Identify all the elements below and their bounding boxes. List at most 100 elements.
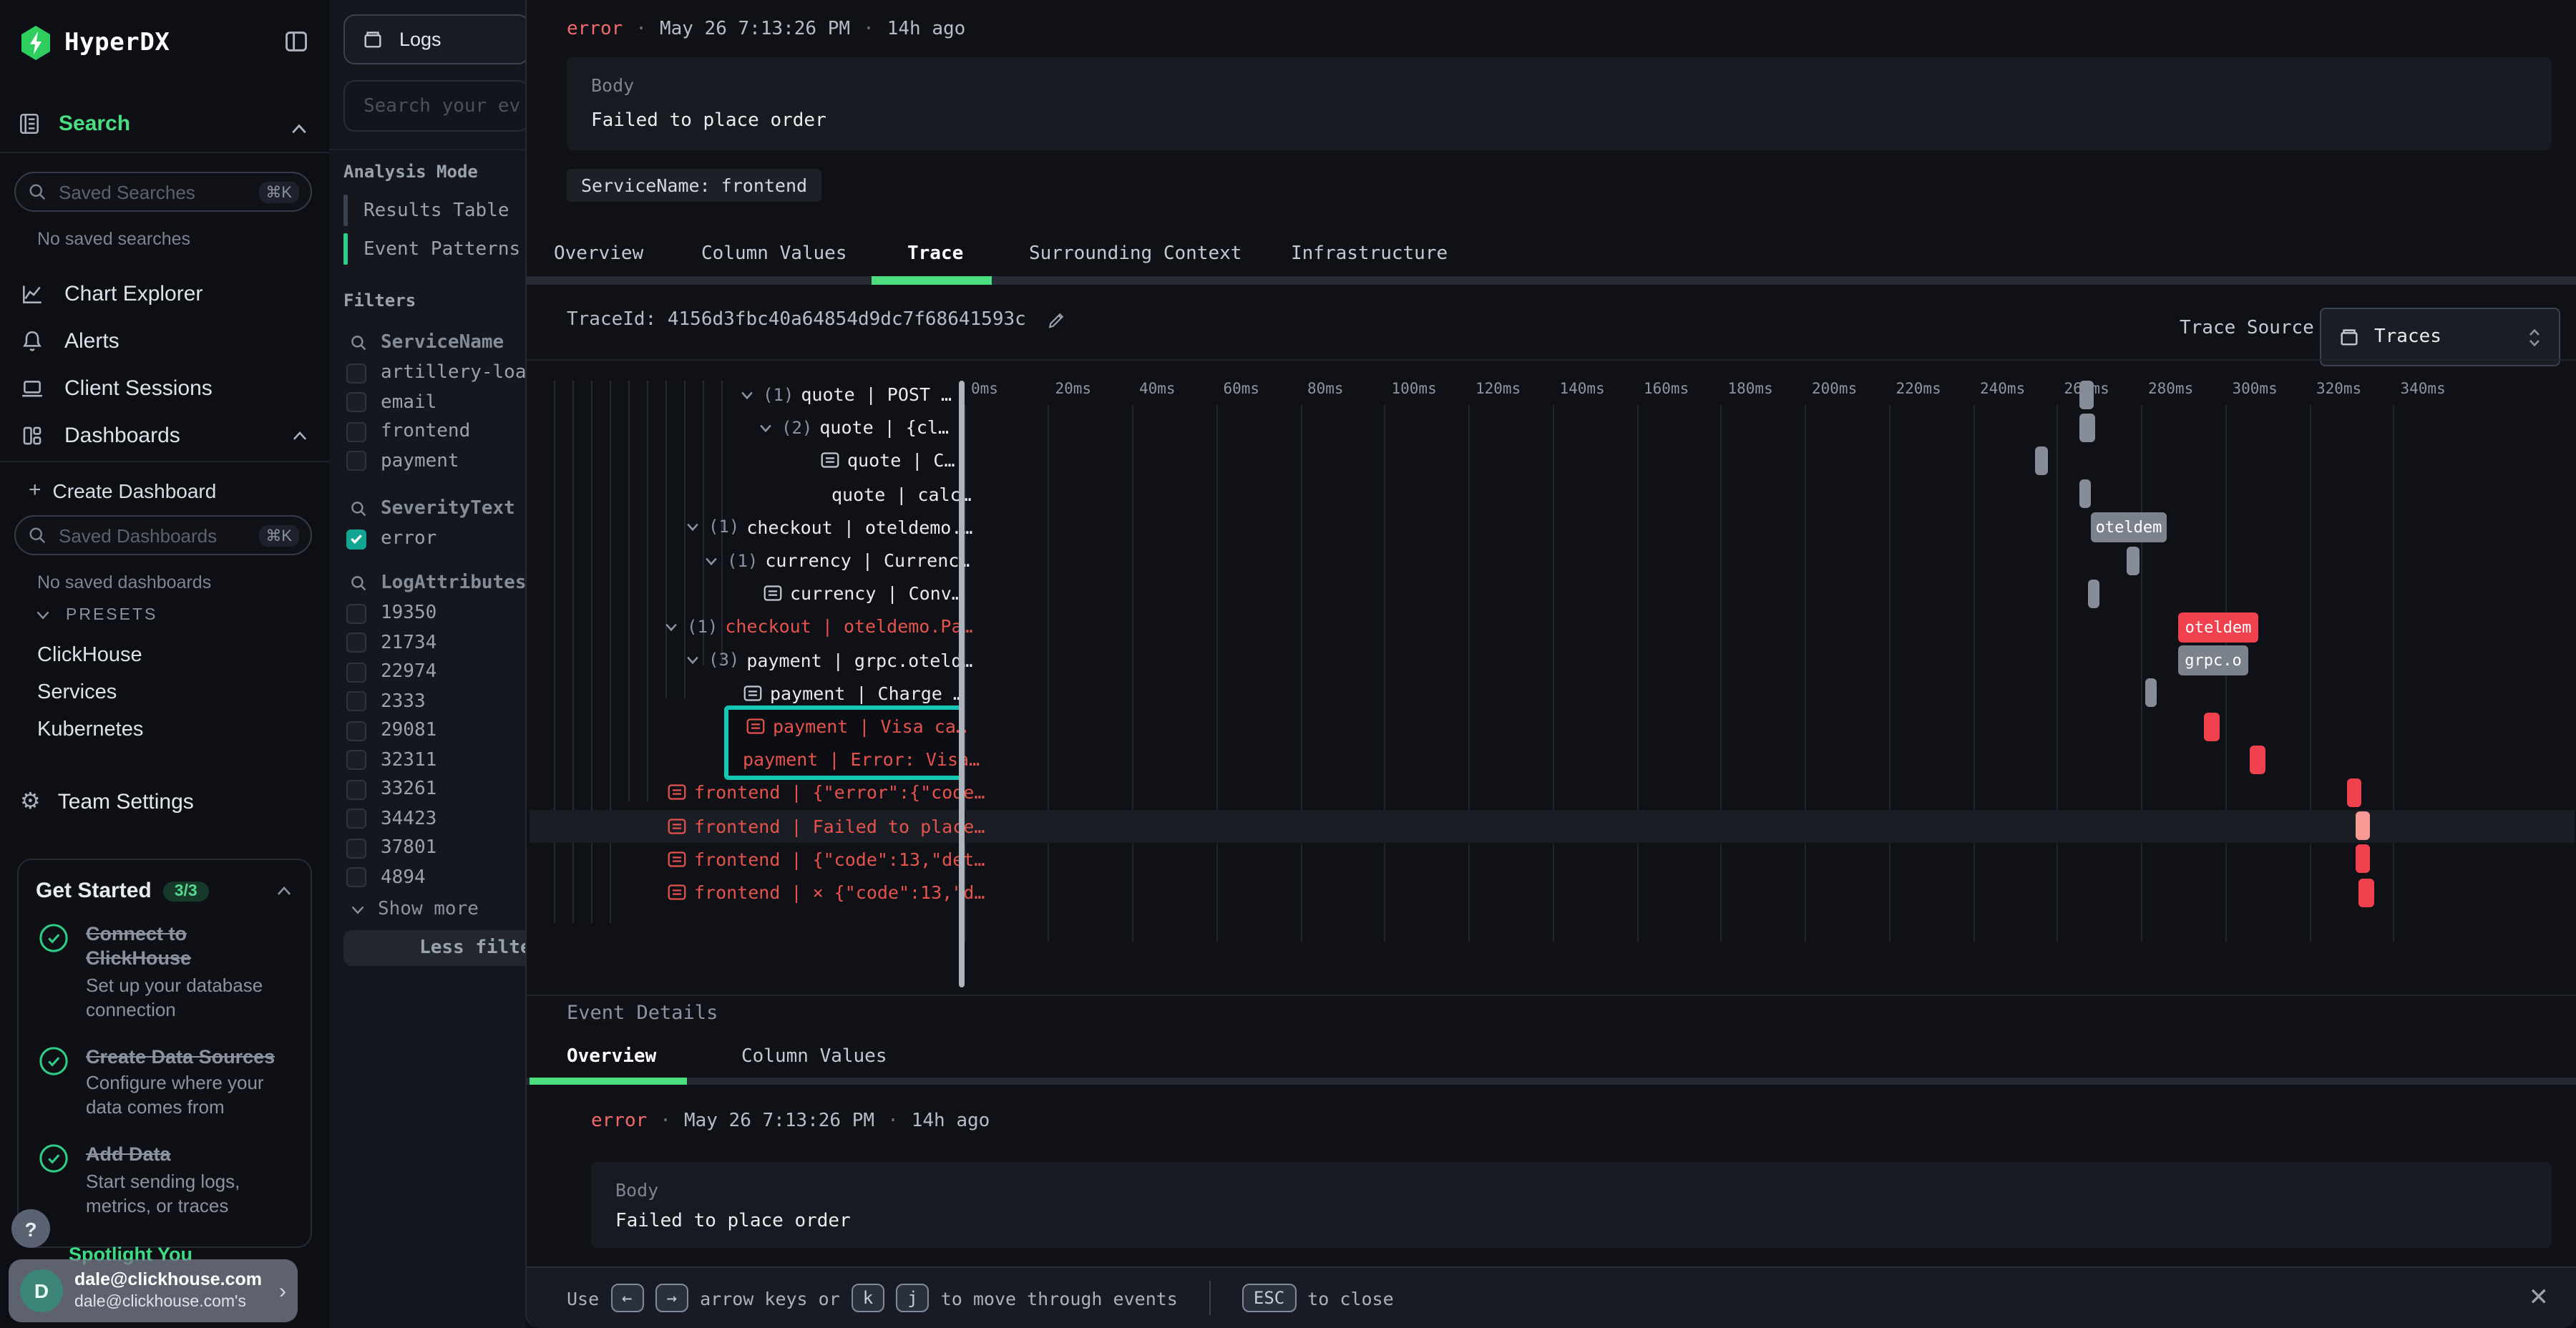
filter-option[interactable]: 34423 — [346, 808, 436, 829]
preset-clickhouse[interactable]: ClickHouse — [37, 644, 142, 667]
filter-option[interactable]: frontend — [346, 421, 470, 442]
span-row[interactable]: payment | Error: Visa… — [743, 743, 980, 776]
checkbox[interactable] — [346, 392, 366, 412]
filter-option[interactable]: 19350 — [346, 602, 436, 624]
checkbox[interactable] — [346, 721, 366, 741]
span-duration-bar[interactable] — [2088, 579, 2099, 607]
show-more-button[interactable]: Show more — [349, 899, 479, 920]
less-filters-button[interactable]: Less filters — [343, 930, 525, 966]
filter-option[interactable]: 33261 — [346, 778, 436, 800]
event-details-tab-overview[interactable]: Overview — [567, 1046, 656, 1068]
span-row[interactable]: frontend | {"error":{"code… — [667, 776, 985, 809]
analysis-mode-option[interactable]: Results Table — [343, 195, 509, 226]
span-row[interactable]: (2)quote | {cl… — [757, 411, 949, 444]
span-row[interactable]: (1)quote | POST … — [738, 378, 952, 411]
sidebar-item-alerts[interactable]: Alerts — [0, 319, 329, 362]
span-duration-label[interactable]: oteldem — [2091, 513, 2167, 543]
tab-column-values[interactable]: Column Values — [701, 243, 847, 265]
get-started-item[interactable]: Add DataStart sending logs, metrics, or … — [19, 1129, 311, 1227]
checkbox[interactable] — [346, 750, 366, 770]
span-duration-bar[interactable] — [2145, 679, 2157, 708]
trace-source-select[interactable]: Traces — [2320, 308, 2560, 366]
span-row[interactable]: quote | C… — [820, 444, 955, 477]
span-row[interactable]: frontend | {"code":13,"det… — [667, 843, 985, 876]
span-row[interactable]: payment | Visa ca… — [746, 710, 967, 743]
span-duration-bar[interactable] — [2079, 413, 2095, 441]
span-row[interactable]: payment | Charge … — [743, 677, 964, 710]
filter-option[interactable]: 32311 — [346, 749, 436, 771]
filter-option[interactable]: error — [346, 528, 436, 550]
source-select[interactable]: Logs — [343, 14, 525, 64]
chevron-up-icon[interactable] — [289, 120, 309, 137]
saved-dashboards-input[interactable]: Saved Dashboards ⌘K — [14, 515, 312, 555]
event-details-tab-column-values[interactable]: Column Values — [741, 1046, 887, 1068]
create-dashboard-button[interactable]: + Create Dashboard — [29, 478, 216, 502]
search-section[interactable]: Search — [17, 112, 130, 136]
checkbox[interactable] — [346, 662, 366, 682]
chevron-down-icon[interactable] — [684, 519, 701, 536]
user-menu[interactable]: D dale@clickhouse.com dale@clickhouse.co… — [9, 1259, 298, 1322]
span-duration-bar[interactable] — [2347, 778, 2361, 807]
span-row[interactable]: (3)payment | grpc.oteld… — [684, 643, 972, 676]
tab-surrounding-context[interactable]: Surrounding Context — [1029, 243, 1241, 265]
checkbox[interactable] — [346, 363, 366, 383]
checkbox[interactable] — [346, 779, 366, 799]
tab-infrastructure[interactable]: Infrastructure — [1291, 243, 1448, 265]
span-duration-bar[interactable] — [2356, 845, 2370, 874]
sidebar-item-chart-explorer[interactable]: Chart Explorer — [0, 272, 329, 315]
filter-option[interactable]: 37801 — [346, 837, 436, 859]
filter-option[interactable]: 22974 — [346, 661, 436, 683]
span-duration-label[interactable]: oteldem — [2178, 612, 2258, 643]
tab-overview[interactable]: Overview — [554, 243, 643, 265]
team-settings-button[interactable]: ⚙ Team Settings — [20, 790, 194, 814]
chevron-down-icon[interactable] — [703, 552, 720, 569]
span-row[interactable]: (1)checkout | oteldemo.… — [684, 511, 972, 544]
logo[interactable]: HyperDX — [20, 26, 170, 60]
filter-option[interactable]: 4894 — [346, 866, 426, 888]
help-button[interactable]: ? — [11, 1209, 50, 1248]
span-row[interactable]: (1)currency | Currenc… — [703, 544, 970, 577]
span-duration-bar[interactable] — [2358, 878, 2374, 907]
span-duration-bar[interactable] — [2035, 446, 2048, 475]
checkbox[interactable] — [346, 421, 366, 441]
checkbox[interactable] — [346, 809, 366, 829]
tree-scrollbar[interactable] — [959, 381, 965, 987]
presets-toggle[interactable]: PRESETS — [34, 607, 157, 624]
checkbox-checked[interactable] — [346, 529, 366, 549]
span-duration-bar[interactable] — [2127, 546, 2140, 575]
filter-option[interactable]: 2333 — [346, 690, 426, 712]
chevron-up-icon[interactable] — [275, 883, 293, 899]
span-duration-bar[interactable] — [2204, 712, 2220, 741]
chevron-down-icon[interactable] — [684, 651, 701, 668]
service-name-chip[interactable]: ServiceName: frontend — [567, 169, 821, 202]
checkbox[interactable] — [346, 633, 366, 653]
span-duration-bar[interactable] — [2079, 479, 2091, 508]
chevron-down-icon[interactable] — [663, 618, 680, 635]
filter-option[interactable]: email — [346, 391, 436, 413]
event-search-input[interactable]: Search your ev — [343, 80, 525, 132]
preset-services[interactable]: Services — [37, 681, 117, 704]
span-duration-label[interactable]: grpc.o — [2178, 645, 2248, 675]
preset-kubernetes[interactable]: Kubernetes — [37, 718, 143, 741]
span-row[interactable]: (1)checkout | oteldemo.Pa… — [663, 610, 973, 643]
checkbox[interactable] — [346, 838, 366, 858]
filter-option[interactable]: artillery-loa — [346, 362, 525, 384]
tab-trace[interactable]: Trace — [907, 243, 963, 265]
span-duration-bar[interactable] — [2356, 811, 2370, 840]
checkbox[interactable] — [346, 691, 366, 711]
span-row[interactable]: frontend | × {"code":13,"d… — [667, 876, 985, 909]
analysis-mode-active[interactable]: Event Patterns — [343, 233, 520, 265]
filter-option[interactable]: 21734 — [346, 632, 436, 653]
span-row-selected[interactable]: frontend | Failed to place… — [667, 809, 985, 842]
saved-searches-input[interactable]: Saved Searches ⌘K — [14, 172, 312, 212]
filter-option[interactable]: 29081 — [346, 720, 436, 741]
close-icon[interactable]: ✕ — [2529, 1284, 2550, 1312]
get-started-item[interactable]: Create Data SourcesConfigure where your … — [19, 1031, 311, 1129]
checkbox[interactable] — [346, 603, 366, 623]
sidebar-item-client-sessions[interactable]: Client Sessions — [0, 366, 329, 409]
collapse-sidebar-icon[interactable] — [283, 29, 309, 54]
chevron-down-icon[interactable] — [738, 386, 756, 403]
edit-icon[interactable] — [1046, 310, 1066, 330]
chevron-down-icon[interactable] — [757, 419, 774, 436]
span-row[interactable]: quote | calc… — [831, 477, 972, 510]
